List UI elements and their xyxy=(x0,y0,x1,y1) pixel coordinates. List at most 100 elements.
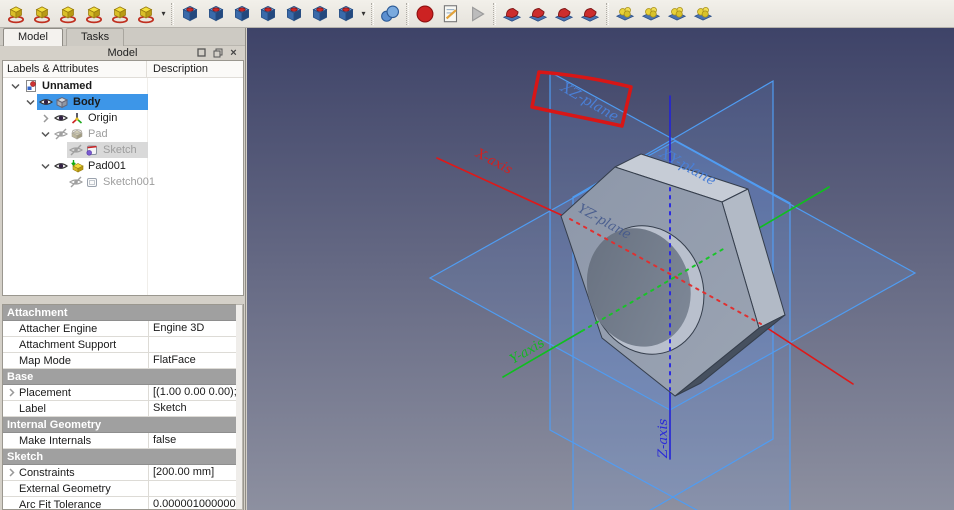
document-icon xyxy=(24,79,38,93)
tree-item-content[interactable]: Origin xyxy=(52,110,148,126)
tree-item-sketch[interactable]: Sketch xyxy=(3,142,243,158)
revolution-button[interactable] xyxy=(29,1,55,27)
panel-dock-button[interactable] xyxy=(212,47,223,58)
property-name: Attachment Support xyxy=(19,338,117,351)
macro-record-button[interactable] xyxy=(412,1,438,27)
tree-item-pad[interactable]: Pad xyxy=(3,126,243,142)
macros-dialog-button[interactable] xyxy=(438,1,464,27)
panel-float-button[interactable] xyxy=(196,47,207,58)
subtractive-loft-icon xyxy=(260,5,276,21)
tree-item-pad001[interactable]: Pad001 xyxy=(3,158,243,174)
pad-button[interactable] xyxy=(3,1,29,27)
dropdown-caret-icon[interactable]: ▾ xyxy=(359,9,368,18)
additive-pipe-button[interactable] xyxy=(81,1,107,27)
tree-item-content[interactable]: Body xyxy=(37,94,148,110)
macro-execute-button[interactable] xyxy=(464,1,490,27)
fillet-icon xyxy=(502,7,522,22)
subtractive-primitive-button[interactable] xyxy=(333,1,359,27)
property-scrollbar[interactable] xyxy=(236,304,243,510)
tree-item-unnamed[interactable]: Unnamed xyxy=(3,78,243,94)
property-row-make-internals[interactable]: Make Internals false xyxy=(3,433,243,449)
property-value[interactable]: Engine 3D xyxy=(149,321,243,336)
property-value[interactable]: 0.0000010000000000 xyxy=(149,497,243,509)
tree-item-body[interactable]: Body xyxy=(3,94,243,110)
z-axis-label: Z-axis xyxy=(656,418,671,459)
subtractive-loft-button[interactable] xyxy=(255,1,281,27)
property-expander-icon[interactable] xyxy=(3,467,19,478)
tree-item-content[interactable]: Pad001 xyxy=(52,158,148,174)
draft-button[interactable] xyxy=(551,1,577,27)
visibility-on-icon[interactable] xyxy=(53,159,69,173)
hole-button[interactable] xyxy=(203,1,229,27)
boolean-operation-button[interactable] xyxy=(377,1,403,27)
tab-tasks[interactable]: Tasks xyxy=(65,28,125,46)
tree-item-content[interactable]: Sketch xyxy=(67,142,148,158)
toolbar-separator xyxy=(606,2,609,25)
property-row-placement[interactable]: Placement [(1.00 0.00 0.00); 9... xyxy=(3,385,243,401)
panel-close-button[interactable]: × xyxy=(228,47,239,59)
additive-loft-icon xyxy=(59,5,77,23)
property-row-label[interactable]: Label Sketch xyxy=(3,401,243,417)
property-section-base[interactable]: Base xyxy=(3,369,243,385)
property-row-arc-fit-tolerance[interactable]: Arc Fit Tolerance 0.0000010000000000 xyxy=(3,497,243,510)
property-value[interactable]: FlatFace xyxy=(149,353,243,368)
property-label-cell: Arc Fit Tolerance xyxy=(3,497,149,510)
property-value[interactable]: [200.00 mm] xyxy=(149,465,243,480)
property-value[interactable]: [(1.00 0.00 0.00); 9... xyxy=(149,385,243,400)
property-section-attachment[interactable]: Attachment xyxy=(3,305,243,321)
visibility-on-icon[interactable] xyxy=(53,111,69,125)
tree-expander-icon[interactable] xyxy=(39,128,52,141)
visibility-off-icon[interactable] xyxy=(68,175,84,189)
boolean-common-button[interactable] xyxy=(638,1,664,27)
property-name: Arc Fit Tolerance xyxy=(19,498,102,510)
dropdown-caret-icon[interactable]: ▾ xyxy=(159,9,168,18)
tree-column-labels[interactable]: Labels & Attributes xyxy=(3,61,147,77)
property-value[interactable] xyxy=(149,481,243,496)
property-row-constraints[interactable]: Constraints [200.00 mm] xyxy=(3,465,243,481)
property-expander-icon[interactable] xyxy=(3,387,19,398)
property-section-sketch[interactable]: Sketch xyxy=(3,449,243,465)
tab-model[interactable]: Model xyxy=(3,28,63,46)
thickness-icon xyxy=(580,7,600,22)
boolean-union-button[interactable] xyxy=(612,1,638,27)
chamfer-button[interactable] xyxy=(525,1,551,27)
3d-viewport[interactable]: YZ-plane XZ-plane XY-plane X-axis Y-axis… xyxy=(247,28,954,510)
tree-expander-icon[interactable] xyxy=(24,96,37,109)
property-row-external-geometry[interactable]: External Geometry xyxy=(3,481,243,497)
property-row-attacher-engine[interactable]: Attacher Engine Engine 3D xyxy=(3,321,243,337)
tree-item-content[interactable]: Unnamed xyxy=(22,78,148,94)
visibility-on-icon[interactable] xyxy=(38,95,54,109)
tree-item-content[interactable]: Pad xyxy=(52,126,148,142)
thickness-button[interactable] xyxy=(577,1,603,27)
tree-column-description[interactable]: Description xyxy=(147,61,243,77)
subtractive-pipe-button[interactable] xyxy=(281,1,307,27)
visibility-off-icon[interactable] xyxy=(53,127,69,141)
tree-expander-icon[interactable] xyxy=(39,112,52,125)
groove-button[interactable] xyxy=(229,1,255,27)
draft-icon xyxy=(554,7,574,22)
additive-primitive-button[interactable] xyxy=(133,1,159,27)
visibility-off-icon[interactable] xyxy=(68,143,84,157)
tree-item-content[interactable]: Sketch001 xyxy=(67,174,155,190)
tree-item-sketch001[interactable]: Sketch001 xyxy=(3,174,243,190)
property-value[interactable] xyxy=(149,337,243,352)
property-row-map-mode[interactable]: Map Mode FlatFace xyxy=(3,353,243,369)
tree-expander-icon[interactable] xyxy=(39,160,52,173)
property-label-cell: Attacher Engine xyxy=(3,321,149,336)
property-section-internal-geometry[interactable]: Internal Geometry xyxy=(3,417,243,433)
boolean-cut-button[interactable] xyxy=(664,1,690,27)
property-label-cell: Make Internals xyxy=(3,433,149,448)
boolean-compound-button[interactable] xyxy=(690,1,716,27)
property-row-attachment-support[interactable]: Attachment Support xyxy=(3,337,243,353)
property-value[interactable]: false xyxy=(149,433,243,448)
pocket-button[interactable] xyxy=(177,1,203,27)
tree-item-origin[interactable]: Origin xyxy=(3,110,243,126)
fillet-button[interactable] xyxy=(499,1,525,27)
additive-loft-button[interactable] xyxy=(55,1,81,27)
property-value[interactable]: Sketch xyxy=(149,401,243,416)
tree-expander-icon[interactable] xyxy=(9,80,22,93)
subtractive-helix-icon xyxy=(312,5,328,21)
property-name: Constraints xyxy=(19,466,75,479)
additive-helix-button[interactable] xyxy=(107,1,133,27)
subtractive-helix-button[interactable] xyxy=(307,1,333,27)
